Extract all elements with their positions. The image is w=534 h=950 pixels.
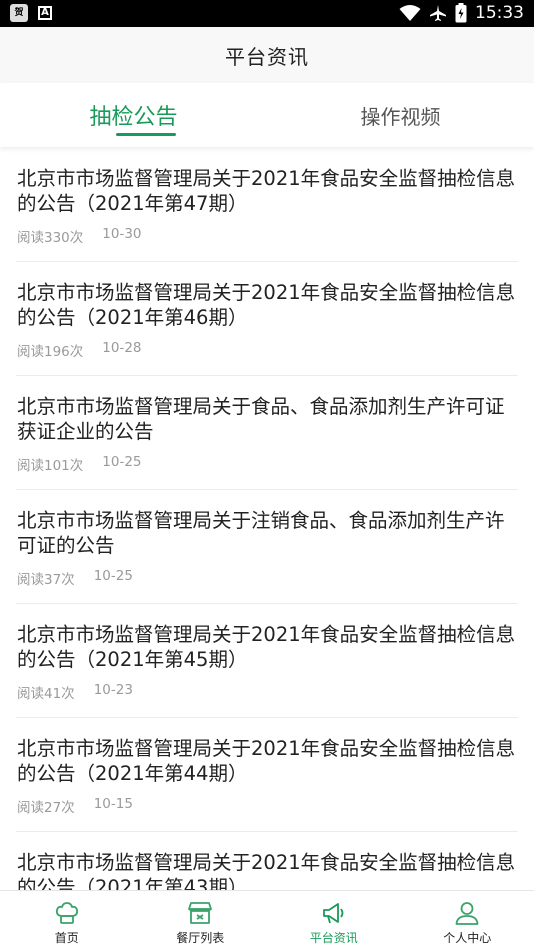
read-count: 阅读41次 xyxy=(17,686,75,702)
nav-restaurant-list[interactable]: 餐厅列表 xyxy=(134,891,268,950)
page-title: 平台资讯 xyxy=(225,44,309,69)
title-bar: 平台资讯 xyxy=(0,27,534,83)
user-icon xyxy=(455,902,479,925)
read-count: 阅读37次 xyxy=(17,572,75,588)
read-count: 阅读196次 xyxy=(17,344,84,360)
list-item[interactable]: 北京市市场监督管理局关于2021年食品安全监督抽检信息的公告（2021年第45期… xyxy=(16,604,518,718)
article-title: 北京市市场监督管理局关于2021年食品安全监督抽检信息的公告（2021年第46期… xyxy=(17,281,516,329)
keyboard-notification-icon: A xyxy=(38,6,52,20)
megaphone-icon xyxy=(322,903,344,924)
article-title: 北京市市场监督管理局关于注销食品、食品添加剂生产许可证的公告 xyxy=(17,509,505,557)
nav-label: 首页 xyxy=(54,931,79,945)
article-date: 10-25 xyxy=(93,568,133,584)
list-item[interactable]: 北京市市场监督管理局关于食品、食品添加剂生产许可证 获证企业的公告 阅读101次… xyxy=(16,376,518,490)
nav-label: 平台资讯 xyxy=(309,931,358,945)
article-meta: 阅读37次 10-25 xyxy=(17,568,133,588)
article-date: 10-25 xyxy=(102,454,142,470)
nav-label: 个人中心 xyxy=(443,931,492,945)
list-item[interactable]: 北京市市场监督管理局关于2021年食品安全监督抽检信息的公告（2021年第46期… xyxy=(16,262,518,376)
app-notification-icon: 贺 xyxy=(10,4,28,22)
article-meta: 阅读196次 10-28 xyxy=(17,340,142,360)
nav-label: 餐厅列表 xyxy=(176,931,225,945)
article-meta: 阅读27次 10-15 xyxy=(17,796,133,816)
read-count: 阅读101次 xyxy=(17,458,84,474)
article-meta: 阅读41次 10-23 xyxy=(17,682,133,702)
battery-icon xyxy=(455,3,467,23)
article-date: 10-23 xyxy=(93,682,133,698)
article-meta: 阅读101次 10-25 xyxy=(17,454,142,474)
tab-bar: 抽检公告 操作视频 xyxy=(0,83,534,147)
article-title: 北京市市场监督管理局关于食品、食品添加剂生产许可证 获证企业的公告 xyxy=(17,395,505,443)
list-item[interactable]: 北京市市场监督管理局关于2021年食品安全监督抽检信息的公告（2021年第43期… xyxy=(16,832,518,890)
list-item[interactable]: 北京市市场监督管理局关于2021年食品安全监督抽检信息的公告（2021年第44期… xyxy=(16,718,518,832)
store-icon xyxy=(188,902,213,924)
article-title: 北京市市场监督管理局关于2021年食品安全监督抽检信息的公告（2021年第43期… xyxy=(17,851,516,890)
article-title: 北京市市场监督管理局关于2021年食品安全监督抽检信息的公告（2021年第44期… xyxy=(17,737,516,785)
status-time: 15:33 xyxy=(475,3,524,23)
article-title: 北京市市场监督管理局关于2021年食品安全监督抽检信息的公告（2021年第47期… xyxy=(17,167,516,215)
airplane-icon xyxy=(430,5,446,21)
bottom-nav: 首页 餐厅列表 平台资讯 个人中心 xyxy=(0,890,534,950)
wifi-icon xyxy=(399,5,421,21)
article-date: 10-15 xyxy=(93,796,133,812)
nav-home[interactable]: 首页 xyxy=(0,891,134,950)
read-count: 阅读27次 xyxy=(17,800,75,816)
status-bar-left: 贺 A xyxy=(10,4,52,22)
nav-platform-news[interactable]: 平台资讯 xyxy=(267,891,401,950)
chef-hat-icon xyxy=(55,902,78,924)
tab-inspection-notices[interactable]: 抽检公告 xyxy=(0,83,267,147)
article-date: 10-30 xyxy=(102,226,142,242)
article-title: 北京市市场监督管理局关于2021年食品安全监督抽检信息的公告（2021年第45期… xyxy=(17,623,516,671)
article-meta: 阅读330次 10-30 xyxy=(17,226,142,246)
active-tab-indicator xyxy=(116,133,176,136)
status-bar: 贺 A 15:33 xyxy=(0,0,534,27)
nav-personal-center[interactable]: 个人中心 xyxy=(401,891,534,950)
read-count: 阅读330次 xyxy=(17,230,84,246)
list-item[interactable]: 北京市市场监督管理局关于注销食品、食品添加剂生产许可证的公告 阅读37次 10-… xyxy=(16,490,518,604)
article-list[interactable]: 北京市市场监督管理局关于2021年食品安全监督抽检信息的公告（2021年第47期… xyxy=(0,148,534,890)
article-date: 10-28 xyxy=(102,340,142,356)
list-item[interactable]: 北京市市场监督管理局关于2021年食品安全监督抽检信息的公告（2021年第47期… xyxy=(16,148,518,262)
status-bar-right: 15:33 xyxy=(399,3,524,23)
tab-operation-videos[interactable]: 操作视频 xyxy=(267,83,534,147)
